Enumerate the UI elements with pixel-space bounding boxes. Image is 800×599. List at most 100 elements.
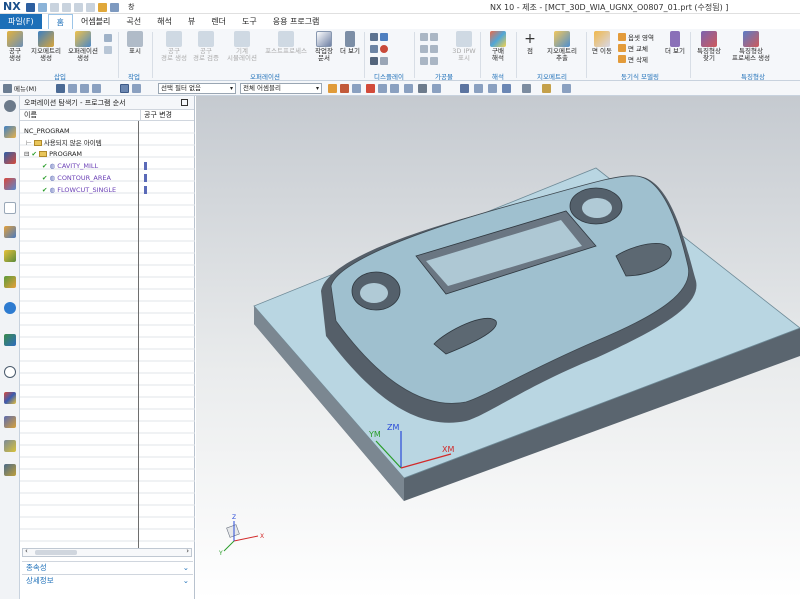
snap-end-icon[interactable]	[378, 84, 387, 93]
visibility-icon[interactable]	[542, 84, 551, 93]
web-browser-icon[interactable]	[4, 302, 16, 314]
tab-render[interactable]: 렌더	[203, 14, 234, 29]
machine-simulation-button[interactable]: 기계 시뮬레이션	[224, 31, 260, 62]
offset-region-button[interactable]: 옵셋 영역	[618, 32, 654, 42]
replace-face-button[interactable]: 면 교체	[618, 43, 648, 53]
copy-icon[interactable]	[74, 2, 83, 12]
tree-node-cavity-mill[interactable]: ✔ ◍ CAVITY_MILL	[42, 161, 98, 171]
history-icon[interactable]	[4, 334, 16, 346]
snap-mid-icon[interactable]	[390, 84, 399, 93]
clock-icon[interactable]	[4, 366, 16, 378]
horizontal-scrollbar[interactable]: ‹ ›	[22, 547, 192, 557]
window-menu[interactable]: 창	[128, 2, 134, 12]
display-row-1[interactable]	[370, 33, 388, 41]
snap-3d-icon[interactable]	[432, 84, 441, 93]
select-icon-3[interactable]	[352, 84, 361, 93]
extract-geometry-button[interactable]: 지오메트리 추출	[542, 31, 582, 62]
program-tool[interactable]	[104, 46, 112, 54]
tab-curve[interactable]: 곡선	[118, 14, 149, 29]
manufacturing-wizard-icon[interactable]	[4, 464, 16, 476]
more-operations-button[interactable]: 더 보기	[340, 31, 360, 55]
assembly-scope-dropdown[interactable]: 전체 어셈블리	[240, 83, 322, 94]
machine-tool-navigator-icon[interactable]	[4, 226, 16, 238]
undo-icon[interactable]	[38, 2, 47, 12]
delete-face-button[interactable]: 면 삭제	[618, 54, 648, 64]
filter-icon[interactable]	[68, 84, 77, 93]
ipw-display-button[interactable]: 3D IPW 표시	[452, 31, 476, 62]
operation-navigator-icon[interactable]	[4, 202, 16, 214]
tab-view[interactable]: 뷰	[180, 14, 203, 29]
render-style-icon[interactable]	[522, 84, 531, 93]
display-row-2[interactable]	[370, 45, 388, 53]
scroll-left-icon[interactable]: ‹	[25, 547, 28, 555]
orient-view-icon[interactable]	[502, 84, 511, 93]
verify-toolpath-button[interactable]: 공구 경로 검증	[192, 31, 220, 62]
tree-node-nc-program[interactable]: NC_PROGRAM	[24, 126, 70, 136]
assembly-navigator-icon[interactable]	[4, 126, 16, 138]
redo-icon[interactable]	[50, 2, 59, 12]
feature-navigator-icon[interactable]	[4, 250, 16, 262]
feature-process-button[interactable]: 특징형상 프로세스 생성	[728, 31, 774, 62]
select-icon-1[interactable]	[328, 84, 337, 93]
create-operation-button[interactable]: 오퍼레이션 생성	[66, 31, 100, 62]
display-row-3[interactable]	[370, 57, 388, 65]
process-studio-icon[interactable]	[4, 416, 16, 428]
snap-camera-icon[interactable]	[418, 84, 427, 93]
tree-node-contour-area[interactable]: ✔ ◍ CONTOUR_AREA	[42, 173, 111, 183]
find-feature-button[interactable]: 특징형상 찾기	[694, 31, 724, 62]
rotate-icon[interactable]	[488, 84, 497, 93]
file-menu[interactable]: 파일(F)	[0, 14, 42, 29]
column-tool-change-header[interactable]: 공구 변경	[140, 110, 172, 121]
reuse-library-icon[interactable]	[4, 276, 16, 288]
shop-documentation-button[interactable]: 작업장 문서	[312, 31, 336, 62]
create-tool-button[interactable]: 공구 생성	[4, 31, 26, 62]
scroll-right-icon[interactable]: ›	[186, 547, 189, 555]
select-icon-2[interactable]	[340, 84, 349, 93]
geometry-view-icon[interactable]	[132, 84, 141, 93]
system-materials-icon[interactable]	[4, 392, 16, 404]
create-geometry-button[interactable]: 지오메트리 생성	[30, 31, 62, 62]
menu-button[interactable]: 메뉴(M)	[14, 83, 37, 93]
settings-icon[interactable]	[4, 100, 16, 112]
selection-filter-dropdown[interactable]: 선택 필터 없음	[158, 83, 236, 94]
tab-home[interactable]: 홈	[47, 14, 73, 29]
tree-node-unused-items[interactable]: ⊢ 사용되지 않은 아이템	[26, 138, 102, 148]
move-face-button[interactable]: 면 이동	[590, 31, 614, 55]
fit-view-icon[interactable]	[460, 84, 469, 93]
deselect-icon[interactable]	[92, 84, 101, 93]
part-model[interactable]: ZM YM XM X Y Z	[196, 96, 800, 599]
workpiece-row-2[interactable]	[420, 45, 438, 53]
repeat-command-icon[interactable]	[110, 2, 119, 12]
generate-toolpath-button[interactable]: 공구 경로 생성	[160, 31, 188, 62]
touch-mode-icon[interactable]	[98, 2, 107, 12]
zoom-icon[interactable]	[474, 84, 483, 93]
tab-applications[interactable]: 응용 프로그램	[265, 14, 328, 29]
save-icon[interactable]	[26, 2, 35, 12]
details-panel-header[interactable]: 상세정보 ⌄	[22, 574, 193, 586]
collapse-icon[interactable]: ⊟	[24, 150, 29, 158]
part-navigator-icon[interactable]	[4, 178, 16, 190]
more-sync-button[interactable]: 더 보기	[664, 31, 686, 55]
tree-node-program[interactable]: ⊟ ✔ PROGRAM	[24, 149, 82, 159]
constraint-navigator-icon[interactable]	[4, 152, 16, 164]
tab-tools[interactable]: 도구	[234, 14, 265, 29]
tab-assembly[interactable]: 어셈블리	[73, 14, 118, 29]
program-view-icon[interactable]	[120, 84, 129, 93]
workpiece-row-3[interactable]	[420, 57, 438, 65]
cut-icon[interactable]	[62, 2, 71, 12]
insert-small-tools[interactable]	[104, 34, 112, 42]
snap-center-icon[interactable]	[404, 84, 413, 93]
draft-analysis-button[interactable]: 구배 해석	[486, 31, 510, 62]
workpiece-row-1[interactable]	[420, 33, 438, 41]
display-button[interactable]: 표시	[124, 31, 146, 55]
scrollbar-thumb[interactable]	[35, 550, 77, 555]
postprocess-button[interactable]: 포스트프로세스	[262, 31, 310, 55]
snap-point-icon[interactable]	[366, 84, 375, 93]
snap-icon[interactable]	[56, 84, 65, 93]
roles-icon[interactable]	[4, 440, 16, 452]
select-all-icon[interactable]	[80, 84, 89, 93]
paste-icon[interactable]	[86, 2, 95, 12]
work-layer-icon[interactable]	[562, 84, 571, 93]
dependencies-panel-header[interactable]: 종속성 ⌄	[22, 561, 193, 573]
graphics-window[interactable]: ZM YM XM X Y Z	[196, 96, 800, 599]
